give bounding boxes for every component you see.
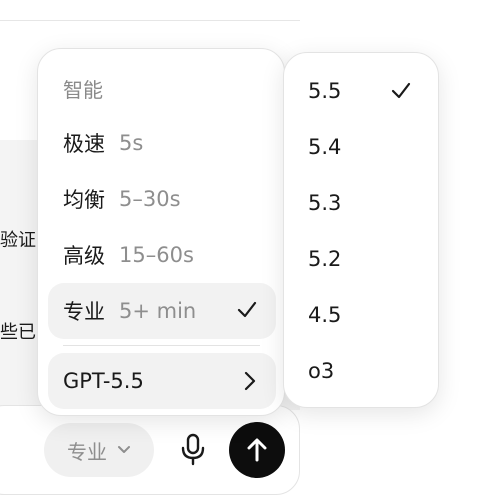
- version-label: 5.4: [308, 135, 342, 159]
- mode-selector-button[interactable]: 专业: [44, 423, 154, 477]
- menu-item-label: 专业: [63, 300, 105, 324]
- send-button[interactable]: [229, 422, 285, 478]
- version-label: 4.5: [308, 303, 342, 327]
- menu-divider: [63, 345, 260, 346]
- menu-item-label: 均衡: [63, 188, 105, 212]
- mode-label: 专业: [67, 439, 107, 464]
- version-item-o3[interactable]: o3: [284, 343, 438, 399]
- version-item-5-4[interactable]: 5.4: [284, 119, 438, 175]
- menu-item-balanced[interactable]: 均衡 5–30s: [48, 171, 276, 227]
- chevron-down-icon: [118, 446, 130, 453]
- checkmark-icon: [391, 82, 411, 99]
- message-text-fragment: 些已: [0, 322, 36, 343]
- model-mode-menu: 智能 极速 5s 均衡 5–30s 高级 15–60s 专业 5+ min GP…: [37, 48, 285, 416]
- version-item-5-3[interactable]: 5.3: [284, 175, 438, 231]
- model-version-item[interactable]: GPT-5.5: [48, 353, 276, 409]
- version-label: 5.5: [308, 79, 342, 103]
- model-version-label: GPT-5.5: [63, 369, 144, 393]
- version-item-5-2[interactable]: 5.2: [284, 231, 438, 287]
- chevron-right-icon: [244, 371, 256, 391]
- model-version-submenu: 5.5 5.4 5.3 5.2 4.5 o3: [283, 52, 439, 408]
- menu-item-advanced[interactable]: 高级 15–60s: [48, 227, 276, 283]
- divider: [0, 20, 300, 21]
- version-item-4-5[interactable]: 4.5: [284, 287, 438, 343]
- menu-item-duration: 5+ min: [119, 299, 197, 323]
- version-item-5-5[interactable]: 5.5: [284, 63, 438, 119]
- checkmark-icon: [237, 301, 257, 318]
- version-label: 5.3: [308, 191, 342, 215]
- microphone-icon[interactable]: [178, 433, 208, 467]
- menu-item-fast[interactable]: 极速 5s: [48, 115, 276, 171]
- version-label: o3: [308, 359, 335, 383]
- menu-item-label: 高级: [63, 244, 105, 268]
- menu-item-pro[interactable]: 专业 5+ min: [48, 283, 276, 339]
- menu-heading: 智能: [63, 78, 103, 102]
- menu-item-duration: 5s: [119, 131, 144, 155]
- message-text-fragment: 验证: [0, 230, 36, 251]
- arrow-up-icon: [247, 438, 267, 462]
- version-label: 5.2: [308, 247, 342, 271]
- menu-item-duration: 5–30s: [119, 187, 181, 211]
- menu-item-label: 极速: [63, 132, 105, 156]
- menu-item-duration: 15–60s: [119, 243, 194, 267]
